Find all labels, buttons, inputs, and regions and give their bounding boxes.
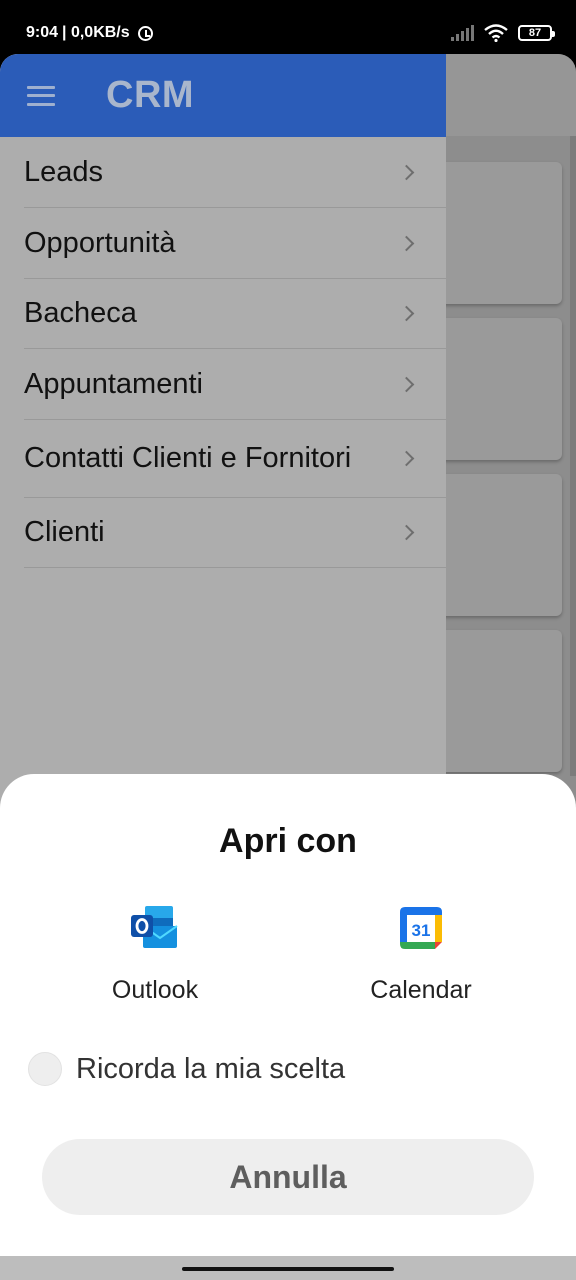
drawer-menu: Leads Opportunità Bacheca Appuntamenti C… [0, 137, 446, 568]
app-option-outlook[interactable]: Outlook [65, 902, 245, 1005]
chevron-right-icon [398, 164, 415, 180]
scrollbar [570, 136, 576, 776]
chevron-right-icon [398, 235, 415, 251]
outlook-icon [129, 902, 181, 954]
status-left: 9:04 | 0,0KB/s [26, 24, 153, 42]
drawer-title: CRM [106, 74, 195, 116]
wifi-icon [484, 24, 508, 42]
menu-item-label: Clienti [24, 516, 105, 548]
calendar-date-text: 31 [412, 921, 431, 940]
menu-item-opportunita[interactable]: Opportunità [24, 208, 446, 279]
alarm-icon [137, 25, 153, 41]
menu-item-label: Opportunità [24, 226, 176, 259]
status-bar: 9:04 | 0,0KB/s 87 [0, 0, 576, 54]
menu-item-label: Contatti Clienti e Fornitori [24, 442, 352, 474]
menu-item-clienti[interactable]: Clienti [24, 498, 446, 568]
home-indicator[interactable] [182, 1267, 394, 1271]
remember-choice-toggle[interactable]: Ricorda la mia scelta [28, 1052, 345, 1086]
open-with-sheet: Apri con Outlook 31 Calendar Ricorda la … [0, 774, 576, 1256]
menu-item-contatti[interactable]: Contatti Clienti e Fornitori [24, 420, 446, 498]
menu-item-appuntamenti[interactable]: Appuntamenti [24, 349, 446, 420]
menu-item-bacheca[interactable]: Bacheca [24, 279, 446, 349]
radio-button[interactable] [28, 1052, 62, 1086]
google-calendar-icon: 31 [395, 902, 447, 954]
battery-icon: 87 [518, 25, 555, 41]
cancel-button[interactable]: Annulla [42, 1139, 534, 1215]
network-speed: | 0,0KB/s [62, 24, 130, 41]
chevron-right-icon [398, 305, 415, 322]
app-name: Outlook [111, 976, 199, 1004]
menu-item-label: Appuntamenti [24, 367, 203, 400]
menu-icon[interactable] [27, 85, 55, 106]
navigation-bar [0, 1256, 576, 1280]
app-name: Calendar [370, 976, 472, 1004]
menu-item-leads[interactable]: Leads [24, 137, 446, 208]
app-option-calendar[interactable]: 31 Calendar [331, 902, 511, 1005]
clock: 9:04 [26, 24, 59, 41]
menu-item-label: Bacheca [24, 297, 137, 329]
drawer-header: CRM [0, 54, 446, 137]
chevron-right-icon [398, 450, 415, 467]
chevron-right-icon [398, 376, 415, 392]
menu-item-label: Leads [24, 155, 104, 188]
status-right: 87 [451, 24, 555, 42]
sheet-title: Apri con [219, 822, 357, 860]
chevron-right-icon [398, 524, 415, 541]
signal-icon [451, 25, 474, 41]
remember-choice-label: Ricorda la mia scelta [76, 1052, 346, 1085]
